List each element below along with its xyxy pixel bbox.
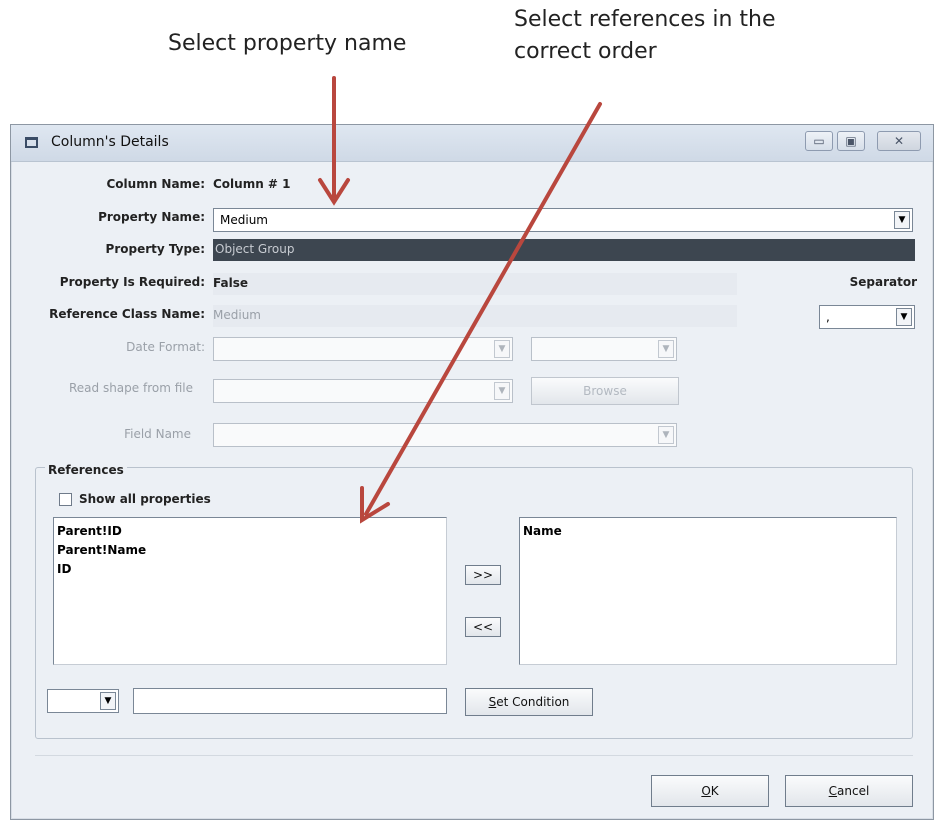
chevron-down-icon[interactable]: ▼	[494, 340, 510, 358]
chevron-down-icon[interactable]: ▼	[494, 382, 510, 400]
reference-class-label: Reference Class Name:	[49, 307, 205, 321]
property-name-label: Property Name:	[98, 210, 205, 224]
reference-class-value: Medium	[213, 308, 261, 322]
cancel-button[interactable]: Cancel	[785, 775, 913, 807]
chevron-down-icon[interactable]: ▼	[100, 692, 116, 710]
window-icon	[25, 137, 38, 148]
separator-label: Separator	[849, 275, 917, 289]
chevron-down-icon[interactable]: ▼	[658, 426, 674, 444]
annotation-text-line1: Select references in the	[514, 7, 776, 32]
list-item[interactable]: ID	[57, 560, 443, 579]
close-button[interactable]: ✕	[877, 131, 921, 151]
columns-details-dialog: Column's Details ▭ ▣ ✕ Column Name: Colu…	[10, 124, 934, 820]
annotation-select-references: Select references in the correct order	[514, 4, 776, 68]
condition-operator-dropdown[interactable]: ▼	[47, 689, 119, 713]
read-shape-label: Read shape from file	[68, 381, 193, 395]
ok-label: K	[710, 784, 719, 798]
annotation-text-line2: correct order	[514, 38, 657, 64]
annotation-text: Select property name	[168, 31, 407, 56]
show-all-properties-checkbox[interactable]	[59, 493, 72, 506]
chevron-down-icon[interactable]: ▼	[896, 308, 912, 326]
chevron-down-icon[interactable]: ▼	[658, 340, 674, 358]
read-shape-dropdown[interactable]: ▼	[213, 379, 513, 403]
set-condition-label: et Condition	[496, 695, 570, 709]
cancel-label: ancel	[837, 784, 870, 798]
minimize-button[interactable]: ▭	[805, 131, 833, 151]
selected-references-list[interactable]: Name	[519, 517, 897, 665]
field-name-dropdown[interactable]: ▼	[213, 423, 677, 447]
set-condition-button[interactable]: Set Condition	[465, 688, 593, 716]
field-name-label: Field Name	[124, 427, 191, 441]
column-name-value: Column # 1	[213, 177, 291, 191]
property-type-bar: Object Group	[213, 239, 915, 261]
available-references-list[interactable]: Parent!ID Parent!Name ID	[53, 517, 447, 665]
reference-class-field: Medium	[213, 305, 737, 327]
property-required-value: False	[213, 276, 248, 290]
remove-reference-label: <<	[472, 620, 494, 634]
title-bar[interactable]: Column's Details ▭ ▣ ✕	[11, 125, 933, 162]
property-required-field: False	[213, 273, 737, 295]
date-format-label: Date Format:	[126, 340, 205, 354]
list-item[interactable]: Name	[523, 522, 893, 541]
window-title: Column's Details	[51, 134, 169, 150]
property-type-label: Property Type:	[105, 242, 205, 256]
cancel-mnemonic: C	[828, 784, 838, 798]
property-type-value: Object Group	[215, 242, 295, 256]
list-item[interactable]: Parent!ID	[57, 522, 443, 541]
browse-label: Browse	[583, 384, 627, 398]
condition-input[interactable]	[133, 688, 447, 714]
close-icon: ✕	[893, 134, 905, 148]
maximize-icon: ▣	[845, 134, 857, 148]
minimize-icon: ▭	[813, 134, 825, 148]
date-format-secondary-dropdown[interactable]: ▼	[531, 337, 677, 361]
add-reference-button[interactable]: >>	[465, 565, 501, 585]
show-all-properties-label: Show all properties	[79, 492, 211, 506]
add-reference-label: >>	[472, 568, 494, 582]
references-legend: References	[45, 463, 127, 477]
separator-value: ,	[826, 310, 830, 324]
ok-mnemonic: O	[701, 784, 711, 798]
separator-dropdown[interactable]: , ▼	[819, 305, 915, 329]
remove-reference-button[interactable]: <<	[465, 617, 501, 637]
property-required-label: Property Is Required:	[59, 275, 205, 289]
chevron-down-icon[interactable]: ▼	[894, 211, 910, 229]
maximize-button[interactable]: ▣	[837, 131, 865, 151]
property-name-value: Medium	[220, 213, 268, 227]
list-item[interactable]: Parent!Name	[57, 541, 443, 560]
column-name-label: Column Name:	[106, 177, 205, 191]
ok-button[interactable]: OK	[651, 775, 769, 807]
annotation-select-property: Select property name	[168, 28, 406, 60]
browse-button[interactable]: Browse	[531, 377, 679, 405]
property-name-dropdown[interactable]: Medium ▼	[213, 208, 913, 232]
separator-line	[35, 755, 913, 756]
date-format-dropdown[interactable]: ▼	[213, 337, 513, 361]
